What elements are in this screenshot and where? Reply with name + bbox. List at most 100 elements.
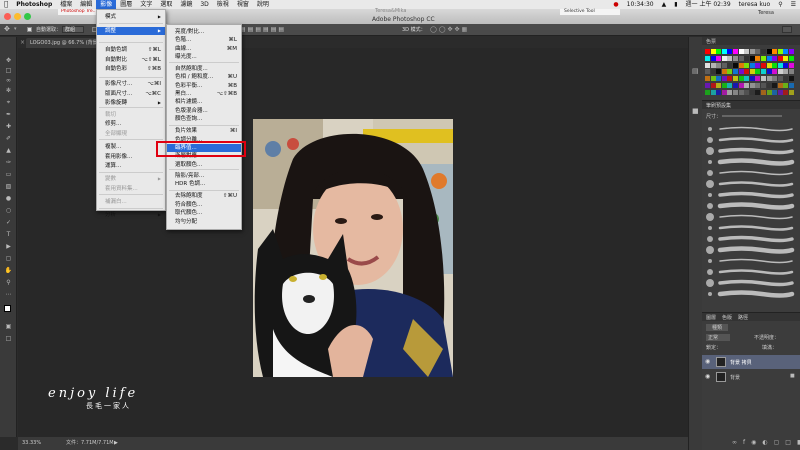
color-swatch[interactable] xyxy=(710,49,716,54)
folder-icon[interactable]: ▢ xyxy=(774,439,786,446)
image-menu-item[interactable]: 全部顯現 xyxy=(97,130,165,138)
color-swatch[interactable] xyxy=(755,49,761,54)
image-menu-item[interactable]: 套用資料集... xyxy=(97,185,165,193)
image-menu-item[interactable]: 修剪... xyxy=(97,120,165,128)
color-swatch[interactable] xyxy=(783,89,789,95)
color-swatch[interactable] xyxy=(738,69,744,75)
color-swatch[interactable] xyxy=(705,89,710,95)
color-swatch[interactable] xyxy=(705,76,710,82)
brush-tip-preview[interactable] xyxy=(708,226,712,230)
properties-panel-icon[interactable]: ■ xyxy=(692,107,699,115)
apple-icon[interactable]:  xyxy=(0,0,12,9)
color-swatch[interactable] xyxy=(749,76,755,82)
image-menu-item[interactable]: 分析 ▶ xyxy=(97,211,165,219)
color-swatch[interactable] xyxy=(721,69,727,75)
menu-edit[interactable]: 編輯 xyxy=(76,0,96,9)
3d-orbit-icon[interactable]: ◯ xyxy=(430,26,439,33)
image-menu-item[interactable]: 自動色調 ⇧⌘L xyxy=(97,46,165,54)
shape-tool-icon[interactable]: ▢ xyxy=(4,255,13,262)
tab-channels[interactable]: 色版 xyxy=(722,314,732,321)
visibility-eye-icon[interactable]: ◉ xyxy=(705,373,710,380)
color-swatch[interactable] xyxy=(766,83,772,88)
brush-tip-preview[interactable] xyxy=(707,137,713,143)
brush-tip-preview[interactable] xyxy=(707,236,713,242)
minimize-window-button[interactable] xyxy=(14,13,21,20)
color-swatch[interactable] xyxy=(705,83,710,88)
adjust-menu-item[interactable]: 取代顏色... xyxy=(167,209,241,217)
menu-filter[interactable]: 濾鏡 xyxy=(176,0,196,9)
brush-presets-tab[interactable]: 筆刷預設集 xyxy=(706,102,731,109)
zoom-tool-icon[interactable]: ⚲ xyxy=(4,279,13,286)
color-swatch[interactable] xyxy=(710,69,716,75)
brush-size-slider[interactable] xyxy=(722,115,782,117)
brush-stroke-list[interactable] xyxy=(702,123,800,309)
color-swatch[interactable] xyxy=(777,55,783,61)
brush-stroke-preview[interactable] xyxy=(719,258,793,264)
brush-stroke-preview[interactable] xyxy=(718,225,794,231)
color-swatch[interactable] xyxy=(733,89,738,95)
color-swatch[interactable] xyxy=(721,49,727,54)
color-swatch[interactable] xyxy=(738,55,744,61)
color-swatch[interactable] xyxy=(777,89,783,95)
color-swatch[interactable] xyxy=(749,62,755,68)
new-layer-icon[interactable]: □ xyxy=(785,439,797,446)
blur-tool-icon[interactable]: ● xyxy=(4,195,13,202)
type-tool-icon[interactable]: T xyxy=(4,231,13,238)
color-swatch[interactable] xyxy=(716,62,722,68)
brush-stroke-preview[interactable] xyxy=(718,191,794,199)
screen-mode-icon[interactable]: □ xyxy=(4,335,13,342)
color-swatch[interactable] xyxy=(772,83,778,88)
menu-select[interactable]: 選取 xyxy=(156,0,176,9)
adjust-menu-item[interactable]: 自然飽和度... xyxy=(167,65,241,73)
adjust-menu-item[interactable]: 負片效果 ⌘I xyxy=(167,127,241,135)
move-tool-icon[interactable]: ✥ xyxy=(4,25,10,33)
brush-tip-preview[interactable] xyxy=(707,170,713,176)
brush-tip-preview[interactable] xyxy=(706,213,714,221)
tab-layers[interactable]: 圖層 xyxy=(706,314,716,321)
close-window-button[interactable] xyxy=(4,13,11,20)
color-swatch[interactable] xyxy=(772,69,778,75)
image-menu-item[interactable]: 變數 ▶ xyxy=(97,175,165,183)
adjust-menu-item[interactable]: 曝光度... xyxy=(167,53,241,61)
color-swatch[interactable] xyxy=(705,69,710,75)
brush-tip-preview[interactable] xyxy=(708,127,712,131)
image-menu-item[interactable]: 調整 ▶ xyxy=(97,27,165,36)
status-arrow-icon[interactable]: ▶ xyxy=(114,437,118,450)
color-swatch[interactable] xyxy=(738,83,744,88)
3d-slide-icon[interactable]: ✥ xyxy=(454,26,461,33)
color-swatch[interactable] xyxy=(777,62,783,68)
adjust-menu-item[interactable]: 曲線... ⌘M xyxy=(167,45,241,53)
color-swatch[interactable] xyxy=(777,83,783,88)
auto-align-icon[interactable]: ▤ xyxy=(278,26,286,33)
color-swatch[interactable] xyxy=(705,55,710,61)
color-swatch[interactable] xyxy=(744,83,750,88)
menu-window[interactable]: 視窗 xyxy=(233,0,253,9)
color-swatch[interactable] xyxy=(783,49,789,54)
brush-stroke-preview[interactable] xyxy=(718,137,794,143)
adjust-menu-item[interactable]: 黑白... ⌥⇧⌘B xyxy=(167,90,241,98)
adjust-menu-item[interactable]: 亮度/對比... xyxy=(167,28,241,36)
brush-stroke-preview[interactable] xyxy=(718,235,794,243)
color-swatch[interactable] xyxy=(727,69,733,75)
image-menu-item[interactable]: 套用影像... xyxy=(97,153,165,161)
color-swatch[interactable] xyxy=(744,89,750,95)
gradient-tool-icon[interactable]: ▧ xyxy=(4,183,13,190)
list-icon[interactable]: ☰ xyxy=(787,0,800,9)
layer-name[interactable]: 背景 xyxy=(730,374,740,381)
brush-tip-preview[interactable] xyxy=(708,160,712,164)
color-swatch[interactable] xyxy=(721,83,727,88)
color-swatch[interactable] xyxy=(789,89,794,95)
foreground-color-swatch[interactable] xyxy=(4,305,11,312)
clock[interactable]: 週一 上午 02:39 xyxy=(682,0,735,9)
marquee-tool-icon[interactable]: □ xyxy=(4,67,13,74)
color-swatch[interactable] xyxy=(766,55,772,61)
adjust-menu-item[interactable]: 色彩平衡... ⌘B xyxy=(167,82,241,90)
color-swatch[interactable] xyxy=(772,49,778,54)
color-swatch[interactable] xyxy=(727,49,733,54)
color-swatch[interactable] xyxy=(777,49,783,54)
color-swatch[interactable] xyxy=(755,55,761,61)
image-menu-item[interactable]: 影像尺寸... ⌥⌘I xyxy=(97,80,165,88)
color-swatch[interactable] xyxy=(744,62,750,68)
image-menu-item[interactable]: 自動對比 ⌥⇧⌘L xyxy=(97,56,165,64)
layer-name[interactable]: 背景 拷貝 xyxy=(730,359,752,366)
